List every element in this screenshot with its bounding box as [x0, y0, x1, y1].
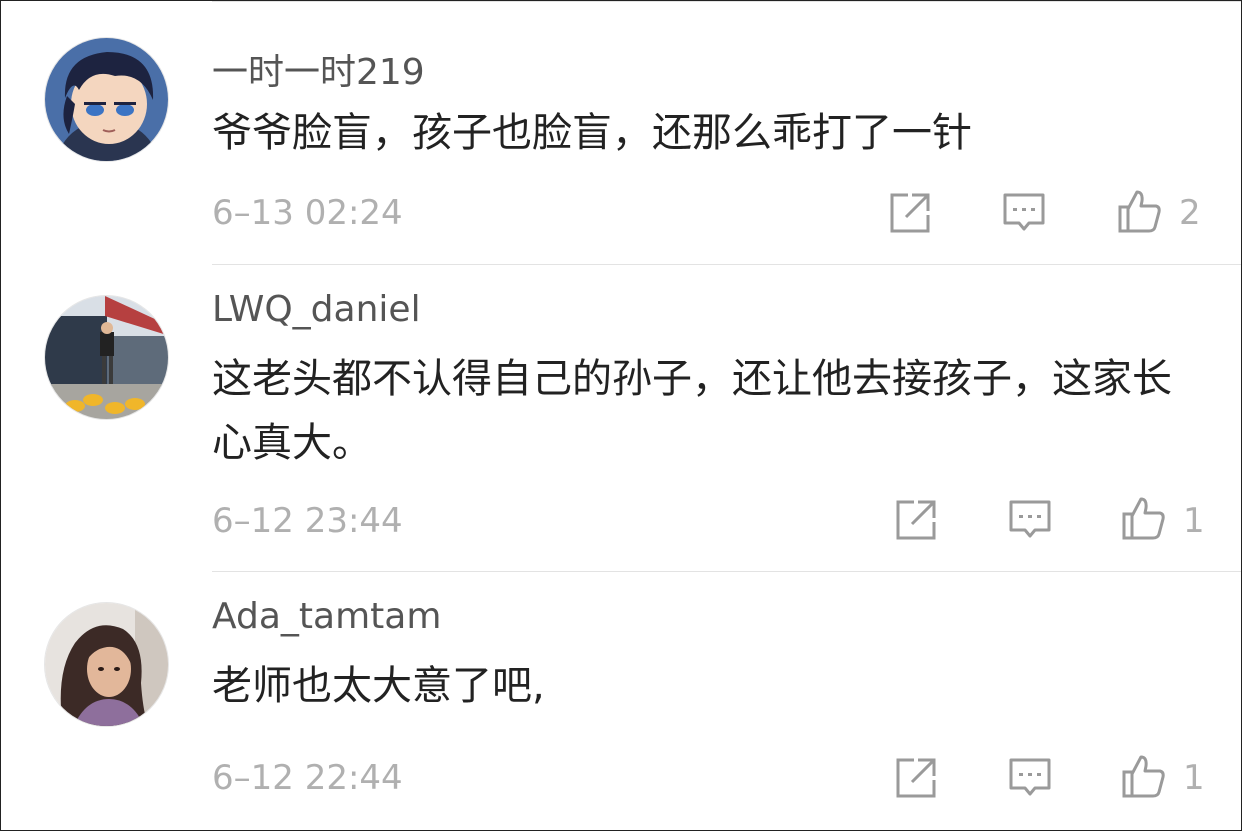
avatar[interactable]: [44, 602, 169, 727]
thumbs-up-icon[interactable]: [1121, 754, 1165, 798]
like-count: 1: [1183, 501, 1205, 541]
comment-item: 一时一时219 爷爷脸盲，孩子也脸盲，还那么乖打了一针 6–13 02:24 2: [1, 1, 1241, 265]
thumbs-up-icon[interactable]: [1121, 496, 1165, 540]
like-count: 2: [1179, 193, 1201, 233]
comment-icon[interactable]: [1008, 756, 1052, 800]
avatar[interactable]: [44, 295, 169, 420]
username[interactable]: Ada_tamtam: [212, 596, 441, 637]
share-icon[interactable]: [888, 191, 932, 235]
comment-icon[interactable]: [1002, 191, 1046, 235]
timestamp: 6–12 22:44: [212, 758, 403, 798]
username[interactable]: 一时一时219: [212, 43, 425, 95]
comment-item: LWQ_daniel 这老头都不认得自己的孙子，还让他去接孩子，这家长心真大。 …: [1, 265, 1241, 571]
avatar[interactable]: [44, 37, 169, 162]
username[interactable]: LWQ_daniel: [212, 289, 421, 330]
share-icon[interactable]: [894, 756, 938, 800]
timestamp: 6–12 23:44: [212, 501, 403, 541]
share-icon[interactable]: [894, 498, 938, 542]
comment-item: Ada_tamtam 老师也太大意了吧, 6–12 22:44 1: [1, 572, 1241, 832]
comment-icon[interactable]: [1008, 498, 1052, 542]
comment-text: 这老头都不认得自己的孙子，还让他去接孩子，这家长心真大。: [212, 356, 1172, 466]
thumbs-up-icon[interactable]: [1117, 189, 1161, 233]
timestamp: 6–13 02:24: [212, 193, 403, 233]
like-count: 1: [1183, 758, 1205, 798]
comment-text: 老师也太大意了吧,: [212, 663, 545, 709]
comment-text: 爷爷脸盲，孩子也脸盲，还那么乖打了一针: [212, 110, 972, 156]
